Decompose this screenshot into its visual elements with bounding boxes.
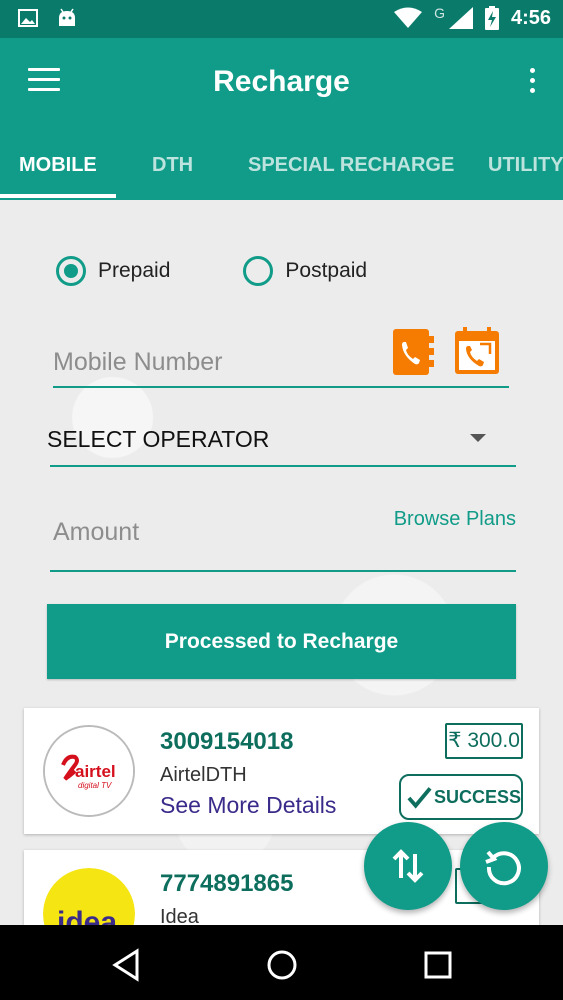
status-text: SUCCESS <box>433 787 521 807</box>
refresh-button[interactable] <box>460 822 548 910</box>
page-title: Recharge <box>213 65 350 98</box>
mobile-number-placeholder: Mobile Number <box>53 348 223 376</box>
tab-mobile[interactable]: MOBILE <box>19 143 97 200</box>
status-badge: SUCCESS <box>399 774 523 820</box>
card-operator-name: AirtelDTH <box>160 764 247 786</box>
more-vert-icon[interactable] <box>527 68 537 96</box>
amount-field[interactable]: Amount Browse Plans <box>50 500 516 572</box>
prepaid-radio[interactable] <box>56 256 86 286</box>
tab-utility[interactable]: UTILITY <box>488 143 563 200</box>
clock: 4:56 <box>510 6 551 29</box>
see-more-details-link[interactable]: See More Details <box>160 792 336 819</box>
check-icon <box>407 787 432 809</box>
amount-placeholder: Amount <box>53 518 140 546</box>
tab-bar: MOBILE DTH SPECIAL RECHARGE UTILITY <box>0 143 563 200</box>
back-icon[interactable] <box>107 945 147 985</box>
plan-type-group: Prepaid Postpaid <box>56 256 367 286</box>
wifi-icon <box>394 7 423 28</box>
postpaid-radio[interactable] <box>243 256 274 286</box>
status-bar: G 4:56 <box>0 0 563 38</box>
mobile-number-field[interactable]: Mobile Number <box>53 327 509 388</box>
network-type: G <box>434 5 445 21</box>
svg-text:digital TV: digital TV <box>78 781 112 790</box>
contact-book-icon[interactable] <box>391 328 437 376</box>
idea-logo: idea <box>43 868 135 925</box>
signal-icon <box>448 7 473 29</box>
prepaid-label[interactable]: Prepaid <box>98 259 170 283</box>
image-icon <box>18 9 38 27</box>
proceed-recharge-button[interactable]: Processed to Recharge <box>47 604 516 679</box>
swap-vertical-button[interactable] <box>364 822 452 910</box>
browse-plans-link[interactable]: Browse Plans <box>394 508 516 531</box>
operator-select[interactable]: SELECT OPERATOR <box>47 420 516 467</box>
recharge-form: Prepaid Postpaid Mobile Number SELECT OP… <box>0 200 563 925</box>
airtel-digital-tv-logo: airtel digital TV <box>43 725 135 817</box>
svg-text:airtel: airtel <box>75 762 116 781</box>
chevron-down-icon <box>470 434 486 442</box>
card-phone-number: 3009154018 <box>160 728 294 755</box>
call-log-icon[interactable] <box>453 326 499 374</box>
navigation-bar <box>0 925 563 1000</box>
card-amount-badge: ₹ 300.0 <box>445 723 523 759</box>
swap-vertical-icon <box>392 849 424 883</box>
operator-select-value: SELECT OPERATOR <box>47 426 270 452</box>
tab-dth[interactable]: DTH <box>152 143 193 200</box>
battery-charging-icon <box>484 6 499 30</box>
android-icon <box>59 8 75 26</box>
recents-icon[interactable] <box>418 945 458 985</box>
tab-special-recharge[interactable]: SPECIAL RECHARGE <box>248 143 454 200</box>
svg-text:idea: idea <box>57 906 117 925</box>
home-icon[interactable] <box>262 945 302 985</box>
tab-indicator <box>0 194 116 198</box>
refresh-icon <box>485 850 521 886</box>
app-bar: Recharge MOBILE DTH SPECIAL RECHARGE UTI… <box>0 38 563 200</box>
recharge-history-card[interactable]: airtel digital TV 3009154018 AirtelDTH Se… <box>24 708 539 834</box>
postpaid-label[interactable]: Postpaid <box>285 259 367 283</box>
card-phone-number: 7774891865 <box>160 870 294 897</box>
card-operator-name: Idea <box>160 906 199 925</box>
